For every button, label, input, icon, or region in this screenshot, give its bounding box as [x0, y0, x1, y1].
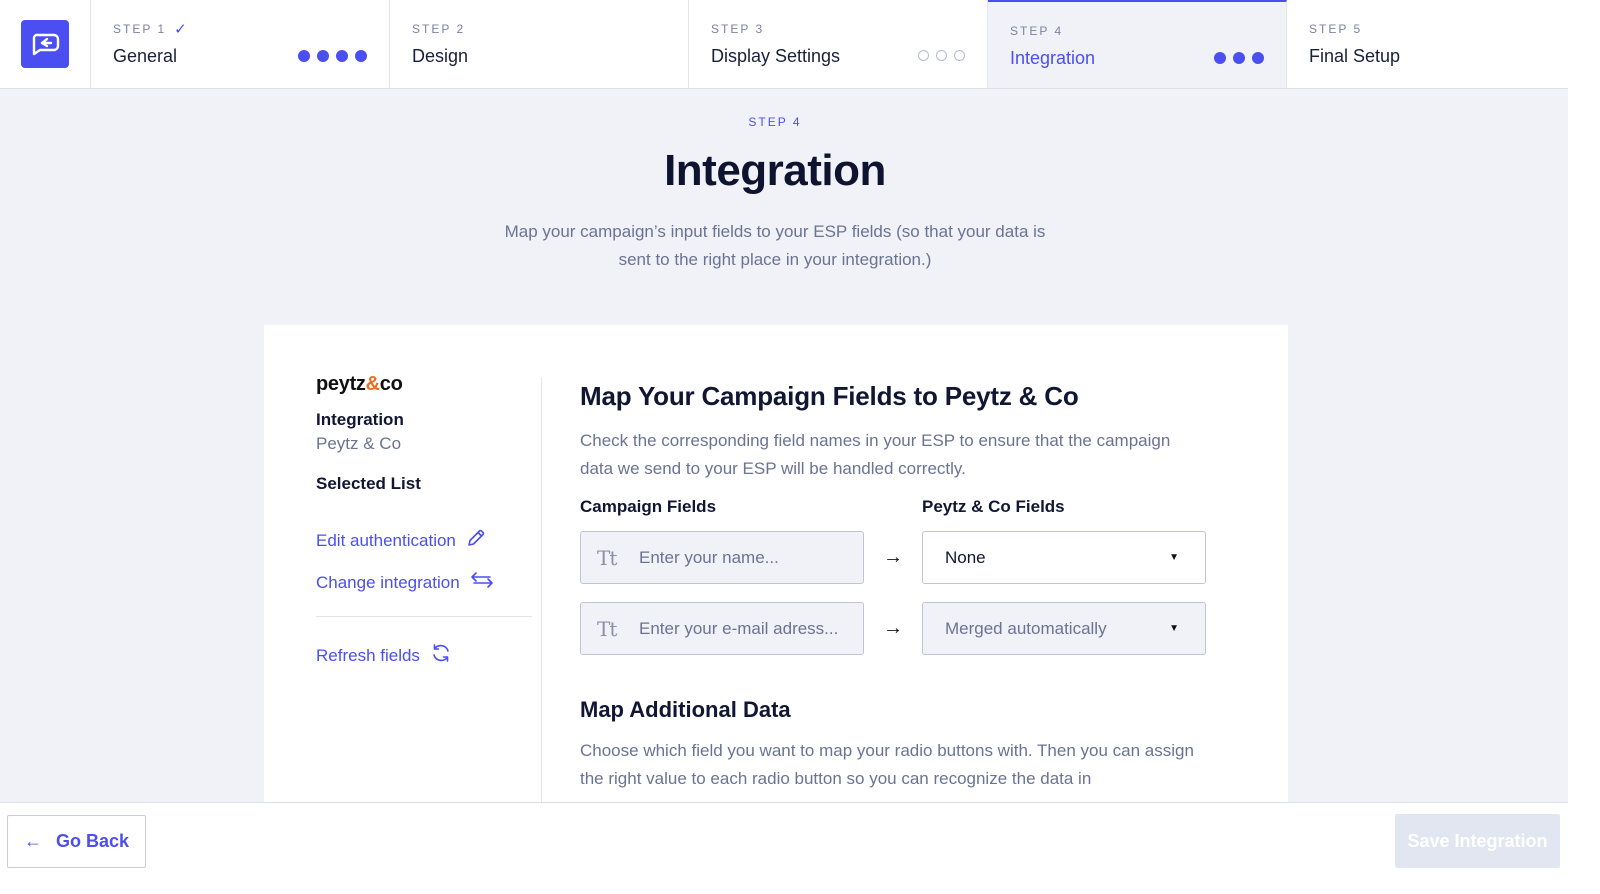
campaign-fields-header: Campaign Fields [580, 497, 717, 516]
go-back-button[interactable]: ← Go Back [7, 815, 146, 868]
save-integration-button[interactable]: Save Integration [1395, 814, 1560, 868]
name-field[interactable]: Tt [580, 531, 864, 584]
step-final-setup[interactable]: STEP 5 Final Setup [1287, 0, 1568, 88]
select-value: None [945, 547, 986, 567]
progress-dot-filled [317, 50, 329, 62]
swap-arrows-icon [470, 571, 494, 594]
field-mapping-section: Map Your Campaign Fields to Peytz & Co C… [580, 381, 1220, 793]
save-integration-label: Save Integration [1407, 830, 1548, 851]
mapping-column-headers: Campaign Fields Peytz & Co Fields [580, 497, 1220, 517]
go-back-label: Go Back [55, 831, 130, 851]
caret-down-icon: ▼ [1169, 552, 1179, 563]
esp-fields-header: Peytz & Co Fields [922, 497, 1065, 516]
step-name: Final Setup [1309, 46, 1401, 66]
change-integration-link[interactable]: Change integration [316, 571, 532, 594]
step-label: STEP 1 [113, 22, 167, 36]
change-integration-label: Change integration [316, 572, 460, 592]
mapping-title: Map Your Campaign Fields to Peytz & Co [580, 381, 1079, 411]
arrow-left-icon: ← [23, 831, 42, 851]
check-icon: ✓ [174, 21, 187, 38]
text-type-icon: Tt [597, 545, 617, 570]
stepper-bar: STEP 1 ✓ General STEP 2 Design STEP 3 Di… [0, 0, 1568, 89]
step-name: Design [412, 46, 469, 66]
card-divider [541, 377, 542, 805]
progress-dot-empty [954, 50, 965, 61]
integration-card: peytz&co Integration Peytz & Co Selected… [264, 325, 1288, 805]
integration-value: Peytz & Co [316, 434, 402, 453]
selected-list-label: Selected List [316, 474, 421, 493]
integration-brand-logo: peytz&co [316, 373, 403, 395]
mapping-row: Tt → None ▼ [580, 531, 1220, 584]
additional-data-title: Map Additional Data [580, 697, 791, 722]
step-design[interactable]: STEP 2 Design [390, 0, 689, 88]
text-type-icon: Tt [597, 616, 617, 641]
progress-dot-filled [336, 50, 348, 62]
select-value: Merged automatically [945, 618, 1107, 638]
step-display-settings[interactable]: STEP 3 Display Settings [689, 0, 988, 88]
page-eyebrow: STEP 4 [748, 115, 802, 129]
progress-dot-empty [918, 50, 929, 61]
page-subtitle: Map your campaign’s input fields to your… [504, 222, 1046, 269]
integration-label: Integration [316, 410, 404, 429]
progress-dots [1214, 52, 1264, 64]
step-integration[interactable]: STEP 4 Integration [988, 0, 1287, 88]
step-label: STEP 4 [1010, 24, 1064, 38]
email-field[interactable]: Tt [580, 602, 864, 655]
caret-down-icon: ▼ [1169, 623, 1179, 634]
sidebar-divider [316, 616, 532, 617]
progress-dot-empty [936, 50, 947, 61]
progress-dot-filled [355, 50, 367, 62]
footer-bar: ← Go Back Save Integration [0, 802, 1568, 894]
right-arrow-icon: → [883, 546, 903, 568]
email-esp-field-select: Merged automatically ▼ [922, 602, 1206, 655]
right-arrow-icon: → [883, 617, 903, 639]
app-logo-icon [21, 20, 69, 68]
progress-dots [298, 50, 367, 62]
integration-sidebar: peytz&co Integration Peytz & Co Selected… [316, 373, 532, 668]
progress-dot-filled [1214, 52, 1226, 64]
refresh-icon [430, 643, 452, 668]
edit-authentication-label: Edit authentication [316, 530, 456, 550]
step-label: STEP 5 [1309, 22, 1363, 36]
step-label: STEP 2 [412, 22, 466, 36]
mapping-row: Tt → Merged automatically ▼ [580, 602, 1220, 655]
step-label: STEP 3 [711, 22, 765, 36]
progress-dot-filled [1233, 52, 1245, 64]
right-gutter [1568, 0, 1600, 894]
app-logo[interactable] [0, 0, 91, 88]
email-input[interactable] [639, 618, 849, 639]
additional-data-description: Choose which field you want to map your … [580, 741, 1194, 788]
name-esp-field-select[interactable]: None ▼ [922, 531, 1206, 584]
mapping-description: Check the corresponding field names in y… [580, 431, 1171, 478]
refresh-fields-link[interactable]: Refresh fields [316, 643, 532, 668]
page-title: Integration [664, 146, 886, 195]
edit-authentication-link[interactable]: Edit authentication [316, 528, 532, 553]
refresh-fields-label: Refresh fields [316, 645, 420, 665]
name-input[interactable] [639, 547, 849, 568]
progress-dots [918, 50, 965, 61]
pencil-icon [466, 528, 486, 553]
progress-dot-filled [298, 50, 310, 62]
progress-dot-filled [1252, 52, 1264, 64]
step-general[interactable]: STEP 1 ✓ General [91, 0, 390, 88]
